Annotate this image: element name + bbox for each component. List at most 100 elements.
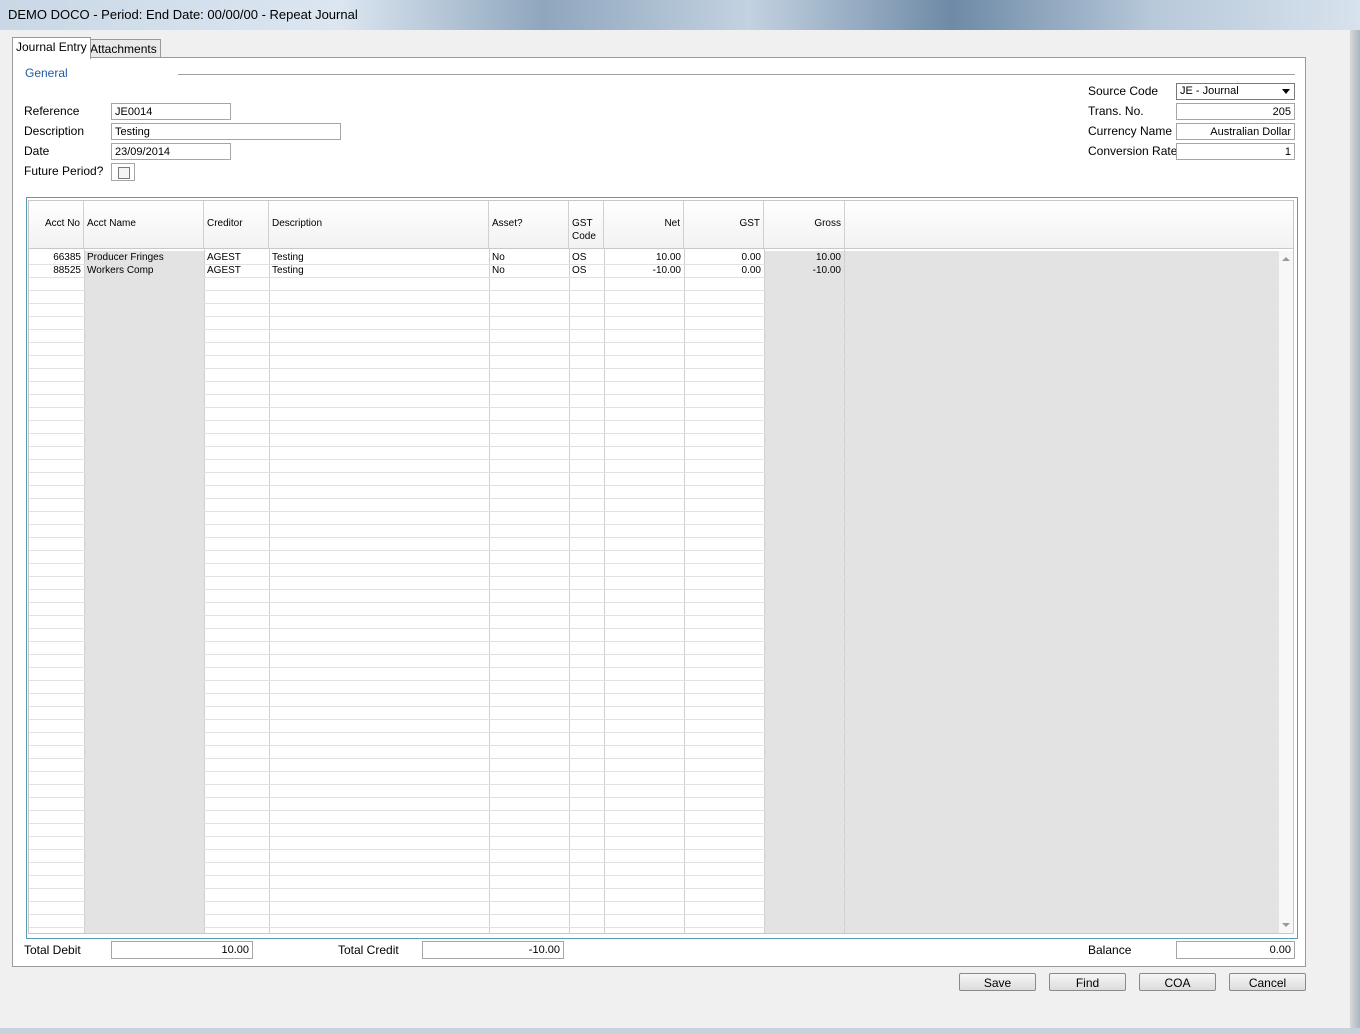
col-header-description[interactable]: Description [269,201,489,248]
col-header-net[interactable]: Net [604,201,684,248]
empty-table-row[interactable] [29,421,1279,434]
source-code-select[interactable]: JE - Journal [1176,83,1295,100]
empty-table-row[interactable] [29,291,1279,304]
empty-table-row[interactable] [29,460,1279,473]
empty-table-row[interactable] [29,733,1279,746]
empty-table-row[interactable] [29,772,1279,785]
empty-table-row[interactable] [29,317,1279,330]
col-header-gst[interactable]: GST [684,201,764,248]
empty-table-row[interactable] [29,577,1279,590]
empty-table-row[interactable] [29,369,1279,382]
empty-table-row[interactable] [29,902,1279,915]
coa-button[interactable]: COA [1139,973,1216,991]
empty-table-row[interactable] [29,616,1279,629]
reference-field[interactable]: JE0014 [111,103,231,120]
future-period-checkbox[interactable] [111,163,135,181]
find-button[interactable]: Find [1049,973,1126,991]
cell-net[interactable]: -10.00 [604,265,684,278]
empty-table-row[interactable] [29,876,1279,889]
empty-table-row[interactable] [29,356,1279,369]
cell-description[interactable]: Testing [269,265,489,278]
empty-table-row[interactable] [29,408,1279,421]
cell-asset[interactable]: No [489,265,569,278]
empty-table-row[interactable] [29,863,1279,876]
save-button[interactable]: Save [959,973,1036,991]
total-debit-label: Total Debit [24,943,81,957]
col-header-asset[interactable]: Asset? [489,201,569,248]
table-row[interactable]: 66385 Producer Fringes AGEST Testing No OS 10.… [29,252,1279,265]
empty-table-row[interactable] [29,538,1279,551]
table-row[interactable]: 88525 Workers Comp AGEST Testing No OS -10.00 0… [29,265,1279,278]
cell-creditor[interactable]: AGEST [204,252,269,265]
empty-table-row[interactable] [29,590,1279,603]
empty-table-row[interactable] [29,395,1279,408]
empty-table-row[interactable] [29,629,1279,642]
currency-name-field[interactable]: Australian Dollar [1176,123,1295,140]
date-field[interactable]: 23/09/2014 [111,143,231,160]
cell-acct-no[interactable]: 88525 [29,265,84,278]
empty-table-row[interactable] [29,551,1279,564]
empty-table-row[interactable] [29,278,1279,291]
tab-attachments[interactable]: Attachments [86,39,161,58]
empty-table-row[interactable] [29,759,1279,772]
empty-table-row[interactable] [29,525,1279,538]
empty-table-row[interactable] [29,486,1279,499]
cell-acct-name[interactable]: Workers Comp [84,265,204,278]
empty-table-row[interactable] [29,850,1279,863]
empty-table-row[interactable] [29,707,1279,720]
empty-table-row[interactable] [29,564,1279,577]
description-field[interactable]: Testing [111,123,341,140]
cell-creditor[interactable]: AGEST [204,265,269,278]
empty-table-row[interactable] [29,499,1279,512]
cancel-button[interactable]: Cancel [1229,973,1306,991]
empty-table-row[interactable] [29,681,1279,694]
empty-table-row[interactable] [29,837,1279,850]
tab-journal-entry[interactable]: Journal Entry [12,37,91,59]
cell-acct-no[interactable]: 66385 [29,252,84,265]
empty-table-row[interactable] [29,720,1279,733]
cell-gst[interactable]: 0.00 [684,252,764,265]
empty-table-row[interactable] [29,655,1279,668]
empty-table-row[interactable] [29,824,1279,837]
scroll-up-arrow-icon[interactable] [1282,257,1290,261]
conversion-rate-field[interactable]: 1 [1176,143,1295,160]
cell-net[interactable]: 10.00 [604,252,684,265]
cell-description[interactable]: Testing [269,252,489,265]
scroll-down-arrow-icon[interactable] [1282,923,1290,927]
col-header-creditor[interactable]: Creditor [204,201,269,248]
trans-no-field[interactable]: 205 [1176,103,1295,120]
grid-vertical-scrollbar[interactable] [1279,251,1293,933]
empty-table-row[interactable] [29,473,1279,486]
empty-table-row[interactable] [29,668,1279,681]
col-header-acct-no[interactable]: Acct No [29,201,84,248]
col-header-gst-code[interactable]: GST Code [569,201,604,248]
empty-table-row[interactable] [29,304,1279,317]
col-header-gross[interactable]: Gross [764,201,845,248]
cell-gross[interactable]: -10.00 [764,265,844,278]
empty-table-row[interactable] [29,642,1279,655]
title-bar: DEMO DOCO - Period: End Date: 00/00/00 -… [0,0,1360,30]
empty-table-row[interactable] [29,798,1279,811]
empty-table-row[interactable] [29,811,1279,824]
empty-table-row[interactable] [29,915,1279,928]
empty-table-row[interactable] [29,889,1279,902]
empty-table-row[interactable] [29,603,1279,616]
empty-table-row[interactable] [29,746,1279,759]
empty-table-row[interactable] [29,382,1279,395]
cell-gst-code[interactable]: OS [569,252,604,265]
empty-table-row[interactable] [29,512,1279,525]
empty-table-row[interactable] [29,447,1279,460]
cell-gst-code[interactable]: OS [569,265,604,278]
cell-gst[interactable]: 0.00 [684,265,764,278]
empty-table-row[interactable] [29,434,1279,447]
cell-asset[interactable]: No [489,252,569,265]
empty-table-row[interactable] [29,330,1279,343]
journal-grid[interactable]: Acct No Acct Name Creditor Description A… [28,200,1294,934]
future-period-label: Future Period? [24,164,104,178]
col-header-acct-name[interactable]: Acct Name [84,201,204,248]
empty-table-row[interactable] [29,343,1279,356]
empty-table-row[interactable] [29,694,1279,707]
cell-acct-name[interactable]: Producer Fringes [84,252,204,265]
cell-gross[interactable]: 10.00 [764,252,844,265]
empty-table-row[interactable] [29,785,1279,798]
